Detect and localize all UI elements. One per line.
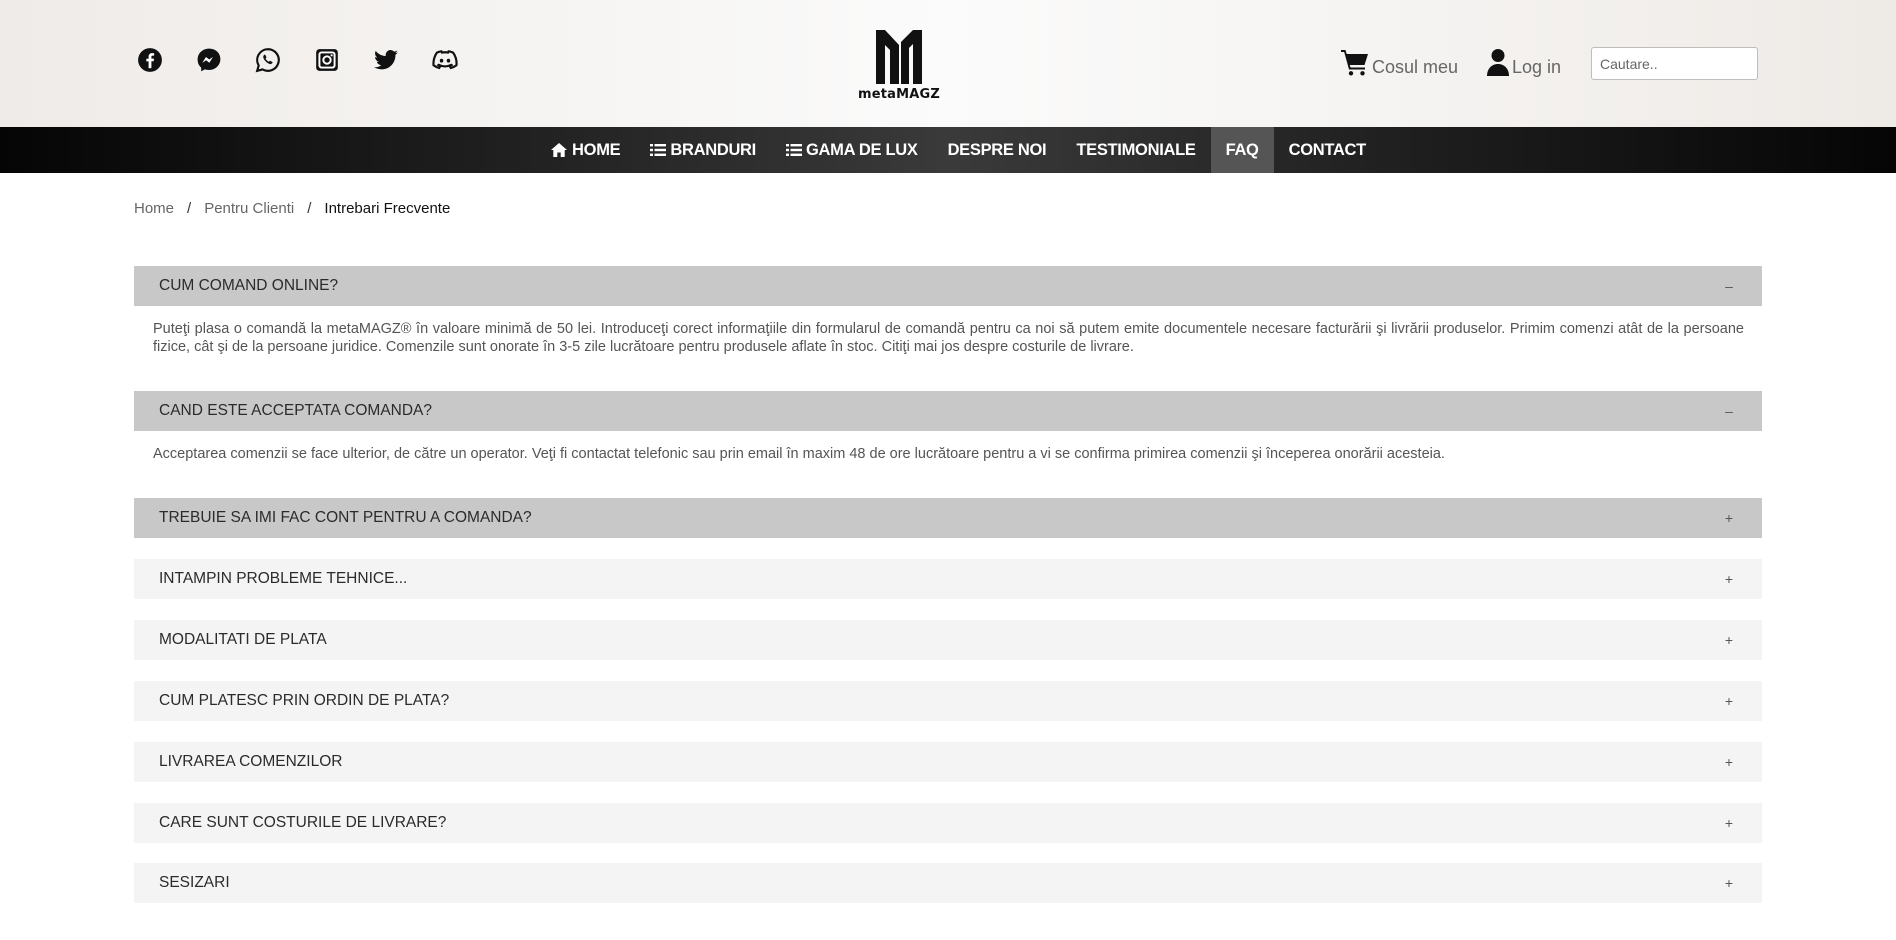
faq-question-text: CARE SUNT COSTURILE DE LIVRARE?	[159, 814, 447, 831]
instagram-icon[interactable]	[313, 46, 341, 74]
faq-question-ordin-de-plata[interactable]: CUM PLATESC PRIN ORDIN DE PLATA? +	[134, 681, 1762, 721]
site-header: metaMAGZ Cosul meu Log in	[0, 0, 1896, 127]
expand-icon[interactable]: +	[1721, 632, 1737, 648]
messenger-icon[interactable]	[195, 46, 223, 74]
faq-question-costuri-livrare[interactable]: CARE SUNT COSTURILE DE LIVRARE? +	[134, 803, 1762, 843]
faq-question-text: SESIZARI	[159, 874, 230, 891]
whatsapp-icon[interactable]	[254, 46, 282, 74]
home-icon	[551, 143, 568, 157]
nav-item-label: GAMA DE LUX	[805, 140, 918, 159]
cart-icon	[1340, 48, 1370, 81]
nav-item-home[interactable]: HOME	[535, 127, 635, 173]
faq-question-text: LIVRAREA COMENZILOR	[159, 753, 343, 770]
list-icon	[650, 144, 667, 156]
twitter-icon[interactable]	[372, 46, 400, 74]
cart-link[interactable]: Cosul meu	[1340, 48, 1458, 81]
breadcrumb-separator: /	[307, 200, 312, 217]
expand-icon[interactable]: +	[1721, 875, 1737, 891]
login-link[interactable]: Log in	[1486, 48, 1561, 81]
cart-label: Cosul meu	[1372, 56, 1459, 77]
faq-question-sesizari[interactable]: SESIZARI +	[134, 863, 1762, 903]
faq-question-modalitati-plata[interactable]: MODALITATI DE PLATA +	[134, 620, 1762, 660]
breadcrumb-pentru-clienti[interactable]: Pentru Clienti	[204, 200, 294, 217]
faq-question-probleme-tehnice[interactable]: INTAMPIN PROBLEME TEHNICE... +	[134, 559, 1762, 599]
nav-item-testimoniale[interactable]: TESTIMONIALE	[1061, 127, 1210, 173]
faq-question-livrarea-comenzilor[interactable]: LIVRAREA COMENZILOR +	[134, 742, 1762, 782]
breadcrumb-current: Intrebari Frecvente	[324, 200, 451, 217]
faq-accordion: CUM COMAND ONLINE? – Puteţi plasa o coma…	[134, 266, 1762, 903]
breadcrumb: Home / Pentru Clienti / Intrebari Frecve…	[134, 200, 450, 217]
breadcrumb-separator: /	[187, 200, 192, 217]
faq-question-trebuie-cont[interactable]: TREBUIE SA IMI FAC CONT PENTRU A COMANDA…	[134, 498, 1762, 538]
faq-answer: Puteţi plasa o comandă la metaMAGZ® în v…	[153, 321, 1744, 355]
collapse-icon[interactable]: –	[1721, 278, 1737, 294]
nav-item-label: FAQ	[1225, 140, 1259, 159]
search-input[interactable]	[1591, 47, 1758, 80]
nav-item-label: CONTACT	[1288, 140, 1367, 159]
social-links	[136, 46, 490, 74]
faq-question-text: MODALITATI DE PLATA	[159, 631, 327, 648]
expand-icon[interactable]: +	[1721, 815, 1737, 831]
breadcrumb-home[interactable]: Home	[134, 200, 174, 217]
expand-icon[interactable]: +	[1721, 693, 1737, 709]
main-nav: HOME BRANDURI GAMA DE LUX DESPRE NOI TES…	[0, 127, 1896, 173]
faq-question-text: CUM PLATESC PRIN ORDIN DE PLATA?	[159, 692, 450, 709]
logo-text: metaMAGZ	[857, 87, 941, 102]
nav-item-label: DESPRE NOI	[947, 140, 1047, 159]
facebook-icon[interactable]	[136, 46, 164, 74]
logo-mark-icon	[876, 30, 922, 84]
nav-item-gama-de-lux[interactable]: GAMA DE LUX	[771, 127, 933, 173]
nav-item-faq[interactable]: FAQ	[1210, 127, 1274, 173]
user-icon	[1486, 48, 1510, 81]
nav-item-branduri[interactable]: BRANDURI	[635, 127, 771, 173]
faq-question-text: CAND ESTE ACCEPTATA COMANDA?	[159, 402, 433, 419]
faq-question-cum-comand-online[interactable]: CUM COMAND ONLINE? –	[134, 266, 1762, 306]
login-label: Log in	[1512, 56, 1562, 77]
faq-question-text: TREBUIE SA IMI FAC CONT PENTRU A COMANDA…	[159, 509, 532, 526]
expand-icon[interactable]: +	[1721, 571, 1737, 587]
site-logo[interactable]: metaMAGZ	[857, 28, 941, 102]
faq-answer: Acceptarea comenzii se face ulterior, de…	[153, 446, 1445, 462]
discord-icon[interactable]	[431, 46, 459, 74]
nav-item-label: HOME	[572, 140, 621, 159]
faq-question-text: CUM COMAND ONLINE?	[159, 277, 339, 294]
faq-question-text: INTAMPIN PROBLEME TEHNICE...	[159, 570, 408, 587]
nav-item-contact[interactable]: CONTACT	[1274, 127, 1381, 173]
expand-icon[interactable]: +	[1721, 754, 1737, 770]
list-icon	[785, 144, 802, 156]
collapse-icon[interactable]: –	[1721, 403, 1737, 419]
nav-item-despre-noi[interactable]: DESPRE NOI	[933, 127, 1062, 173]
nav-item-label: BRANDURI	[670, 140, 756, 159]
expand-icon[interactable]: +	[1721, 510, 1737, 526]
nav-item-label: TESTIMONIALE	[1076, 140, 1196, 159]
faq-question-cand-este-acceptata[interactable]: CAND ESTE ACCEPTATA COMANDA? –	[134, 391, 1762, 431]
